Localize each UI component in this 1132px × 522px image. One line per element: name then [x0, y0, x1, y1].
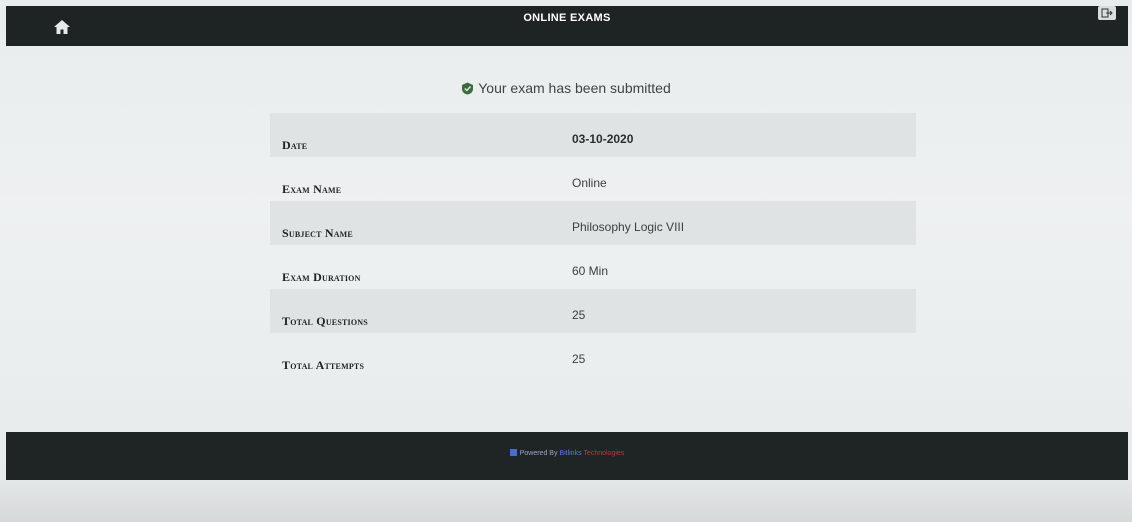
subject-name-value: Philosophy Logic VIII [572, 220, 685, 234]
date-value: 03-10-2020 [572, 132, 634, 146]
table-row: Date 03-10-2020 [270, 113, 916, 157]
table-row: Total Questions 25 [270, 289, 916, 333]
exam-info-table: Date 03-10-2020 Exam Name Online Subject… [270, 113, 916, 377]
table-row: Subject Name Philosophy Logic VIII [270, 201, 916, 245]
exam-duration-label: Exam Duration [282, 270, 361, 284]
exam-name-label: Exam Name [282, 182, 342, 196]
exam-name-value: Online [572, 176, 607, 190]
footer-bar: Powered By Bitlinks Technologies [6, 432, 1128, 480]
total-attempts-value: 25 [572, 352, 586, 366]
header-bar: ONLINE EXAMS [6, 6, 1128, 46]
submission-status: Your exam has been submitted [0, 80, 1132, 98]
app-title: ONLINE EXAMS [523, 12, 611, 24]
table-row: Exam Duration 60 Min [270, 245, 916, 289]
powered-by-label: Powered By [519, 450, 558, 457]
total-attempts-label: Total Attempts [282, 358, 365, 372]
brand-suffix: Technologies [583, 450, 625, 457]
check-shield-icon [461, 82, 474, 98]
logout-button[interactable] [1098, 6, 1116, 20]
brand-logo-icon [509, 449, 517, 456]
total-questions-label: Total Questions [282, 314, 368, 328]
logout-icon [1101, 8, 1113, 18]
total-questions-value: 25 [572, 308, 586, 322]
subject-name-label: Subject Name [282, 226, 353, 240]
table-row: Total Attempts 25 [270, 333, 916, 377]
submission-status-text: Your exam has been submitted [478, 80, 671, 96]
page-bottom [0, 480, 1132, 522]
brand-link[interactable]: Bitlinks [559, 450, 581, 457]
table-row: Exam Name Online [270, 157, 916, 201]
exam-duration-value: 60 Min [572, 264, 609, 278]
date-label: Date [282, 138, 308, 152]
page: ONLINE EXAMS Your exam has been submitte… [0, 0, 1132, 522]
powered-by: Powered By Bitlinks Technologies [6, 449, 1128, 457]
